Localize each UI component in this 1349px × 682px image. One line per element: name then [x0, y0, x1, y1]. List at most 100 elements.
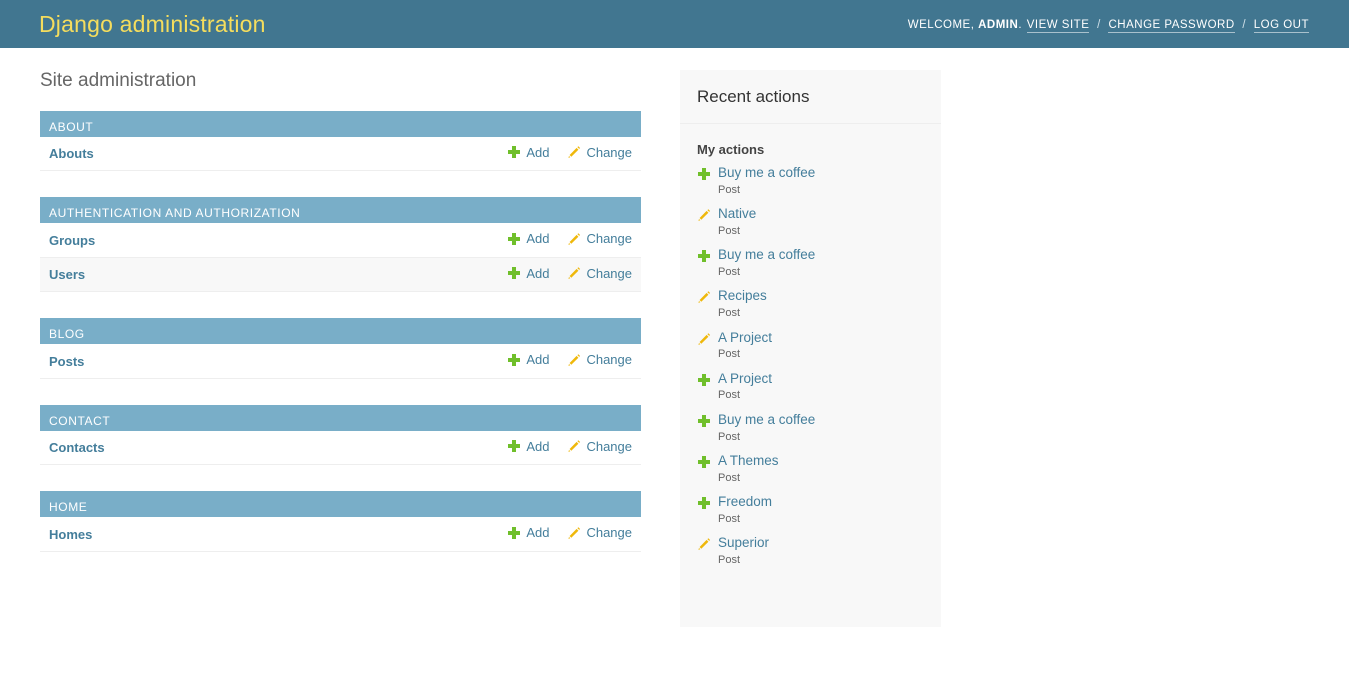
- add-cell: Add: [498, 257, 559, 293]
- action-row: Recipes: [697, 288, 931, 305]
- app-table: BLOG Posts Add Change: [40, 318, 641, 379]
- action-content-type: Post: [718, 348, 741, 361]
- change-link[interactable]: Change: [567, 525, 632, 540]
- action-list-item: Freedom Post: [697, 494, 931, 526]
- change-cell: Change: [558, 136, 641, 172]
- model-link[interactable]: Users: [49, 267, 85, 282]
- action-row: A Themes: [697, 453, 931, 470]
- add-link[interactable]: Add: [507, 266, 549, 281]
- app-caption[interactable]: BLOG: [40, 318, 641, 345]
- model-row: Groups Add Change: [40, 223, 641, 258]
- app-module: CONTACT Contacts Add Change: [40, 404, 641, 466]
- action-row: Superior: [697, 535, 931, 552]
- change-label: Change: [586, 265, 632, 281]
- pencil-icon: [567, 232, 581, 246]
- model-link[interactable]: Groups: [49, 233, 95, 248]
- change-link[interactable]: Change: [567, 231, 632, 246]
- plus-icon: [507, 439, 521, 453]
- model-name-cell: Groups: [40, 223, 499, 258]
- change-cell: Change: [558, 223, 641, 258]
- change-label: Change: [586, 144, 632, 160]
- log-out-link[interactable]: LOG OUT: [1253, 19, 1309, 33]
- action-object-link[interactable]: Superior: [718, 535, 769, 552]
- add-cell: Add: [498, 430, 559, 466]
- add-link[interactable]: Add: [507, 525, 549, 540]
- action-row: Freedom: [697, 494, 931, 511]
- model-link[interactable]: Abouts: [49, 146, 94, 161]
- action-object-link[interactable]: A Themes: [718, 453, 779, 470]
- action-content-type: Post: [718, 389, 741, 402]
- change-cell: Change: [558, 257, 641, 293]
- action-list-item: Buy me a coffee Post: [697, 412, 931, 444]
- app-caption[interactable]: CONTACT: [40, 404, 641, 431]
- user-tools: WELCOME, ADMIN. VIEW SITE / CHANGE PASSW…: [908, 17, 1310, 33]
- model-row: Abouts Add Change: [40, 136, 641, 172]
- plus-icon: [507, 266, 521, 280]
- action-row: A Project: [697, 371, 931, 388]
- app-caption-link[interactable]: HOME: [49, 500, 87, 514]
- model-name-cell: Abouts: [40, 136, 499, 172]
- change-label: Change: [586, 352, 632, 368]
- action-object-link[interactable]: Buy me a coffee: [718, 412, 815, 429]
- app-caption-link[interactable]: BLOG: [49, 327, 85, 341]
- change-link[interactable]: Change: [567, 439, 632, 454]
- app-list: ABOUT Abouts Add Change AUTHENTICATION AND A…: [40, 110, 641, 552]
- app-caption-link[interactable]: ABOUT: [49, 120, 93, 134]
- change-password-link[interactable]: CHANGE PASSWORD: [1108, 19, 1235, 33]
- content-wrapper: Site administration ABOUT Abouts Add Change…: [0, 48, 1349, 627]
- model-link[interactable]: Homes: [49, 527, 92, 542]
- model-row: Homes Add Change: [40, 517, 641, 552]
- pencil-icon: [697, 290, 711, 304]
- pencil-icon: [567, 526, 581, 540]
- action-list: Buy me a coffee Post Native Post Buy me a co…: [680, 165, 941, 567]
- action-object-link[interactable]: A Project: [718, 371, 772, 388]
- site-branding-title: Django administration: [39, 10, 266, 37]
- action-object-link[interactable]: A Project: [718, 330, 772, 347]
- sidebar-recent-actions: Recent actions My actions Buy me a coffe…: [680, 70, 941, 627]
- model-name-cell: Homes: [40, 517, 499, 552]
- model-name-cell: Contacts: [40, 430, 499, 466]
- model-row: Posts Add Change: [40, 344, 641, 379]
- action-list-item: A Themes Post: [697, 453, 931, 485]
- my-actions-subtitle: My actions: [697, 141, 765, 157]
- change-link[interactable]: Change: [567, 266, 632, 281]
- action-object-link[interactable]: Buy me a coffee: [718, 247, 815, 264]
- add-link[interactable]: Add: [507, 231, 549, 246]
- view-site-link[interactable]: VIEW SITE: [1026, 19, 1090, 33]
- plus-icon: [697, 373, 711, 387]
- branding: Django administration: [39, 10, 266, 37]
- user-tools-separator-1: /: [1097, 19, 1101, 31]
- welcome-period: .: [1018, 19, 1023, 31]
- action-list-item: Recipes Post: [697, 288, 931, 320]
- plus-icon: [697, 167, 711, 181]
- change-cell: Change: [558, 344, 641, 379]
- app-caption[interactable]: HOME: [40, 491, 641, 518]
- change-link[interactable]: Change: [567, 352, 632, 367]
- app-caption[interactable]: AUTHENTICATION AND AUTHORIZATION: [40, 197, 641, 224]
- add-link[interactable]: Add: [507, 352, 549, 367]
- model-link[interactable]: Posts: [49, 354, 84, 369]
- action-object-link[interactable]: Native: [718, 206, 756, 223]
- action-content-type: Post: [718, 184, 741, 197]
- app-caption[interactable]: ABOUT: [40, 110, 641, 137]
- action-list-item: A Project Post: [697, 330, 931, 362]
- plus-icon: [507, 232, 521, 246]
- app-table: CONTACT Contacts Add Change: [40, 404, 641, 466]
- add-link[interactable]: Add: [507, 439, 549, 454]
- action-object-link[interactable]: Freedom: [718, 494, 772, 511]
- content-main: Site administration ABOUT Abouts Add Change…: [40, 48, 641, 578]
- change-link[interactable]: Change: [567, 145, 632, 160]
- model-link[interactable]: Contacts: [49, 440, 105, 455]
- action-object-link[interactable]: Recipes: [718, 288, 767, 305]
- action-object-link[interactable]: Buy me a coffee: [718, 165, 815, 182]
- app-caption-link[interactable]: AUTHENTICATION AND AUTHORIZATION: [49, 206, 300, 220]
- pencil-icon: [567, 266, 581, 280]
- action-row: A Project: [697, 330, 931, 347]
- add-link[interactable]: Add: [507, 145, 549, 160]
- add-label: Add: [526, 265, 550, 281]
- action-content-type: Post: [718, 512, 741, 525]
- page-title: Site administration: [40, 70, 197, 91]
- app-caption-link[interactable]: CONTACT: [49, 414, 110, 428]
- app-table: AUTHENTICATION AND AUTHORIZATION Groups Ad…: [40, 197, 641, 293]
- model-row: Users Add Change: [40, 257, 641, 293]
